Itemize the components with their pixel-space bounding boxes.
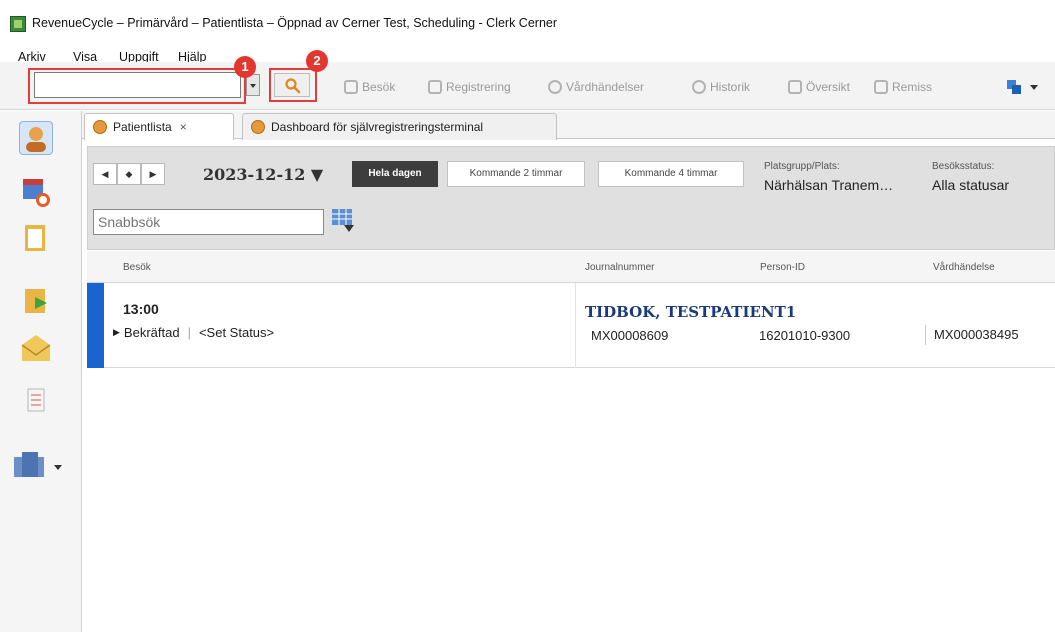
- patient-search-input[interactable]: [34, 72, 241, 98]
- registrering-button[interactable]: Registrering: [428, 78, 511, 96]
- oversikt-label: Översikt: [806, 80, 851, 94]
- checklist-icon[interactable]: [19, 383, 53, 417]
- vardhandelser-label: Vårdhändelser: [566, 80, 645, 94]
- left-rail: [0, 111, 82, 632]
- grid-filter-icon[interactable]: [332, 209, 356, 233]
- status-text: Bekräftad: [123, 325, 180, 340]
- next-button[interactable]: ▶: [141, 163, 165, 185]
- patient-search-icon[interactable]: [19, 121, 53, 155]
- segment-kommande-2[interactable]: Kommande 2 timmar: [447, 161, 585, 187]
- date-picker[interactable]: 2023-12-12 ▼: [203, 165, 323, 184]
- tab-strip: Patientlista × Dashboard för självregist…: [82, 111, 1055, 140]
- table-row[interactable]: 13:00 ▶ Bekräftad | <Set Status> TIDBOK,…: [87, 283, 1055, 368]
- tab-patientlista[interactable]: Patientlista ×: [84, 113, 234, 140]
- location-value[interactable]: Närhälsan Tranem…: [764, 177, 893, 193]
- vardhandelse-id: MX000038495: [925, 325, 1019, 345]
- patient-name[interactable]: TIDBOK, TESTPATIENT1: [585, 303, 796, 321]
- app-icon: [10, 16, 26, 32]
- historik-icon: [692, 80, 706, 94]
- remiss-button[interactable]: Remiss: [874, 78, 932, 96]
- set-status-link[interactable]: <Set Status>: [199, 325, 274, 340]
- quick-search-input[interactable]: [93, 209, 324, 235]
- vardhandelser-button[interactable]: Vårdhändelser: [548, 78, 644, 96]
- patient-icon: [93, 120, 107, 134]
- historik-label: Historik: [710, 80, 751, 94]
- transfer-icon[interactable]: [19, 285, 53, 319]
- oversikt-icon: [788, 80, 802, 94]
- title-bar: RevenueCycle – Primärvård – Patientlista…: [0, 10, 1055, 38]
- copy-icon: [1007, 80, 1038, 94]
- today-button[interactable]: ◆: [117, 163, 141, 185]
- patient-icon: [251, 120, 265, 134]
- column-header-journalnummer[interactable]: Journalnummer: [585, 262, 654, 273]
- person-id: 16201010-9300: [759, 328, 851, 343]
- besok-label: Besök: [362, 80, 396, 94]
- table-header: Besök Journalnummer Person-ID Vårdhändel…: [87, 251, 1055, 283]
- tab-patientlista-label: Patientlista: [113, 120, 172, 134]
- column-header-vardhandelse[interactable]: Vårdhändelse: [933, 262, 995, 273]
- building-menu-icon[interactable]: [12, 449, 66, 483]
- calendar-clock-icon[interactable]: [19, 175, 53, 209]
- menu-bar: Arkiv Visa Uppgift Hjälp: [0, 37, 1055, 65]
- vardhandelser-icon: [548, 80, 562, 94]
- segment-hela-dagen[interactable]: Hela dagen: [352, 161, 438, 187]
- journal-number: MX00008609: [591, 328, 669, 343]
- visit-time: 13:00: [123, 301, 159, 317]
- mail-icon[interactable]: [19, 331, 53, 365]
- historik-button[interactable]: Historik: [692, 78, 750, 96]
- registrering-label: Registrering: [446, 80, 511, 94]
- search-icon: [285, 78, 301, 94]
- step-badge-1: 1: [234, 56, 256, 78]
- search-button[interactable]: [274, 73, 310, 97]
- segment-kommande-4[interactable]: Kommande 4 timmar: [598, 161, 744, 187]
- row-status-accent: [87, 283, 104, 368]
- toolbar: 1 2 Besök Registrering Vårdhändelser His…: [0, 50, 1055, 110]
- status-label: Besöksstatus:: [932, 161, 995, 172]
- step-badge-2: 2: [306, 50, 328, 72]
- status-separator: |: [187, 325, 191, 340]
- window-title: RevenueCycle – Primärvård – Patientlista…: [32, 16, 558, 30]
- remiss-label: Remiss: [892, 80, 933, 94]
- previous-button[interactable]: ◀: [93, 163, 117, 185]
- tab-dashboard[interactable]: Dashboard för självregistreringsterminal: [242, 113, 557, 140]
- registrering-icon: [428, 80, 442, 94]
- remiss-icon: [874, 80, 888, 94]
- column-header-besok[interactable]: Besök: [123, 262, 151, 273]
- oversikt-button[interactable]: Översikt: [788, 78, 850, 96]
- expand-icon[interactable]: ▶: [113, 327, 120, 338]
- column-header-person-id[interactable]: Person-ID: [760, 262, 805, 273]
- location-label: Platsgrupp/Plats:: [764, 161, 840, 172]
- clipboard-icon[interactable]: [19, 221, 53, 255]
- visit-status[interactable]: ▶ Bekräftad | <Set Status>: [113, 325, 274, 340]
- besok-button[interactable]: Besök: [344, 78, 395, 96]
- status-value[interactable]: Alla statusar: [932, 177, 1009, 193]
- more-tools-button[interactable]: [1005, 78, 1041, 96]
- besok-icon: [344, 80, 358, 94]
- row-divider: [575, 283, 576, 368]
- close-icon[interactable]: ×: [180, 120, 187, 134]
- tab-dashboard-label: Dashboard för självregistreringsterminal: [271, 120, 484, 134]
- filter-bar: ◀ ◆ ▶ 2023-12-12 ▼ Hela dagen Kommande 2…: [87, 146, 1055, 250]
